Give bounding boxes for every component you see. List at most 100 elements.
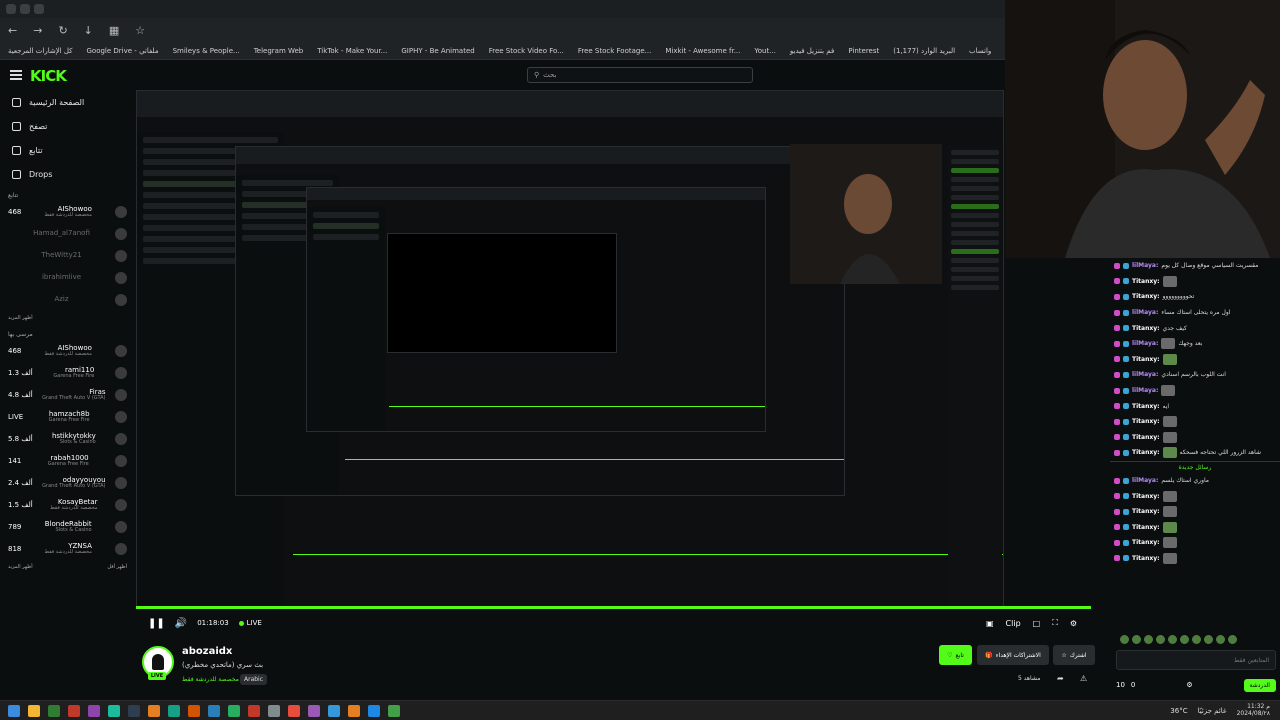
channel-item[interactable]: Aziz (0, 289, 135, 311)
subscribe-button[interactable]: ☆ اشترك (1053, 645, 1095, 665)
theater-icon[interactable]: ▣ (986, 619, 994, 628)
chat-message[interactable]: Titanxy: كيف جدي (1110, 320, 1280, 336)
streamer-name[interactable]: abozaidx (182, 646, 232, 657)
channel-item[interactable]: Hamad_al7anofi (0, 223, 135, 245)
bookmark-item[interactable]: (1,177) البريد الوارد (893, 47, 955, 55)
chat-toggle-icon[interactable]: □ (1033, 619, 1041, 628)
chat-message[interactable]: lilMaya: مقسريت السياسي موقع وصال كل يوم (1110, 258, 1280, 274)
emote-icon[interactable] (1180, 634, 1189, 644)
chat-username[interactable]: Titanxy: (1132, 555, 1160, 562)
chat-input[interactable]: المتابعين فقط (1116, 650, 1276, 670)
pause-icon[interactable]: ❚❚ (148, 618, 165, 629)
bookmark-item[interactable]: Pinterest (848, 47, 879, 55)
chat-message[interactable]: Titanxy: (1110, 551, 1280, 567)
chat-message[interactable]: Titanxy: (1110, 352, 1280, 368)
nav-browse[interactable]: تصفح (0, 114, 135, 138)
gift-subs-button[interactable]: 🎁 الاشتراكات الإهداء (977, 645, 1049, 665)
chat-message[interactable]: Titanxy: (1110, 414, 1280, 430)
extensions-icon[interactable]: ▦ (109, 24, 119, 37)
chat-username[interactable]: Titanxy: (1132, 356, 1160, 363)
bookmark-item[interactable]: فم بتنزيل فيديو (790, 47, 834, 55)
chat-message[interactable]: lilMaya: بعد وجهك (1110, 336, 1280, 352)
chat-username[interactable]: lilMaya: (1132, 371, 1158, 378)
chat-message[interactable]: lilMaya: (1110, 383, 1280, 399)
taskbar-app-icon[interactable] (48, 704, 60, 717)
chat-username[interactable]: Titanxy: (1132, 508, 1160, 515)
chat-message[interactable]: Titanxy: تحووووووووو (1110, 289, 1280, 305)
chat-username[interactable]: lilMaya: (1132, 477, 1158, 484)
emote-quickbar[interactable] (1116, 632, 1280, 646)
chat-username[interactable]: Titanxy: (1132, 278, 1160, 285)
browser-tab-strip[interactable] (0, 0, 1005, 18)
stream-category[interactable]: مخصصة للدردشة فقط (182, 676, 239, 683)
bookmark-item[interactable]: واتساب (969, 47, 991, 55)
back-icon[interactable]: ← (8, 24, 17, 37)
emote-icon[interactable] (1204, 634, 1213, 644)
chat-message[interactable]: Titanxy: ايه (1110, 398, 1280, 414)
taskbar-app-icon[interactable] (248, 704, 260, 717)
channel-item[interactable]: 1.3 ألف rami110 Garena Free Fire (0, 362, 135, 384)
emote-icon[interactable] (1132, 634, 1141, 644)
chat-username[interactable]: lilMaya: (1132, 309, 1158, 316)
chat-message[interactable]: Titanxy: (1110, 430, 1280, 446)
chat-send-button[interactable]: الدردشة (1243, 678, 1276, 692)
channel-item[interactable]: ibrahimlive (0, 267, 135, 289)
channel-item[interactable]: 468 AIShowoo مخصصة للدردشة فقط (0, 340, 135, 362)
chat-username[interactable]: Titanxy: (1132, 539, 1160, 546)
taskbar-app-icon[interactable] (268, 704, 280, 717)
show-more-following[interactable]: أظهر المزيد (0, 311, 135, 325)
show-less-recommended[interactable]: أظهر أقل (99, 560, 135, 574)
taskbar-app-icon[interactable] (288, 704, 300, 717)
bookmark-item[interactable]: GIPHY - Be Animated (401, 47, 474, 55)
tab-icon[interactable] (6, 4, 16, 14)
bookmark-item[interactable]: Telegram Web (254, 47, 304, 55)
taskbar-app-icon[interactable] (368, 704, 380, 717)
reload-icon[interactable]: ↻ (58, 24, 67, 37)
taskbar-app-icon[interactable] (168, 704, 180, 717)
bookmark-item[interactable]: Free Stock Footage... (578, 47, 651, 55)
taskbar-app-icon[interactable] (28, 704, 40, 717)
emote-icon[interactable] (1156, 634, 1165, 644)
chat-message[interactable]: Titanxy: (1110, 274, 1280, 290)
nav-home[interactable]: الصفحة الرئيسية (0, 90, 135, 114)
follow-button[interactable]: ♡ تابع (939, 645, 972, 665)
chat-settings-icon[interactable]: ⚙ (1186, 681, 1192, 689)
chat-username[interactable]: Titanxy: (1132, 325, 1160, 332)
channel-item[interactable]: 4.8 ألف Firas Grand Theft Auto V (GTA) (0, 384, 135, 406)
nav-drops[interactable]: Drops (0, 162, 135, 186)
taskbar-app-icon[interactable] (228, 704, 240, 717)
weather-temp[interactable]: 36°C (1170, 707, 1187, 715)
tab-icon[interactable] (34, 4, 44, 14)
channel-item[interactable]: LIVE hamzach8b Garena Free Fire (0, 406, 135, 428)
channel-item[interactable]: 818 YZNSA مخصصة للدردشة فقط (0, 538, 135, 560)
chat-message[interactable]: lilMaya: ماوري استاك يلسم (1110, 473, 1280, 489)
kicks-count[interactable]: 10 (1116, 681, 1125, 689)
bookmark-item[interactable]: TikTok - Make Your... (317, 47, 387, 55)
chat-username[interactable]: Titanxy: (1132, 418, 1160, 425)
channel-item[interactable]: 141 rabah1000 Garena Free Fire (0, 450, 135, 472)
fullscreen-icon[interactable]: ⛶ (1052, 618, 1058, 628)
chat-username[interactable]: Titanxy: (1132, 403, 1160, 410)
live-progress-bar[interactable] (136, 606, 1091, 609)
bookmark-star-icon[interactable]: ☆ (135, 24, 145, 37)
show-more-recommended[interactable]: أظهر المزيد (0, 560, 41, 574)
taskbar-app-icon[interactable] (328, 704, 340, 717)
taskbar-app-icon[interactable] (128, 704, 140, 717)
bookmark-item[interactable]: Google Drive - ملفاتي (87, 47, 159, 55)
chat-username[interactable]: lilMaya: (1132, 340, 1158, 347)
settings-icon[interactable]: ⚙ (1070, 619, 1077, 628)
chat-message[interactable]: Titanxy: شاهد الزرور اللي تحتاجه فسحكه (1110, 445, 1280, 461)
channel-item[interactable]: TheWitty21 (0, 245, 135, 267)
taskbar-app-icon[interactable] (208, 704, 220, 717)
menu-icon[interactable] (10, 70, 22, 80)
bookmark-item[interactable]: Yout... (754, 47, 776, 55)
chat-username[interactable]: Titanxy: (1132, 293, 1160, 300)
emote-icon[interactable] (1144, 634, 1153, 644)
bookmark-item[interactable]: كل الإشارات المرجعية (8, 47, 73, 55)
nav-following[interactable]: تتابع (0, 138, 135, 162)
taskbar-app-icon[interactable] (188, 704, 200, 717)
taskbar-app-icon[interactable] (348, 704, 360, 717)
chat-message[interactable]: Titanxy: (1110, 520, 1280, 536)
search-input[interactable]: ⚲ بحث (527, 67, 753, 83)
channel-item[interactable]: 789 BlondeRabbit Slots & Casino (0, 516, 135, 538)
